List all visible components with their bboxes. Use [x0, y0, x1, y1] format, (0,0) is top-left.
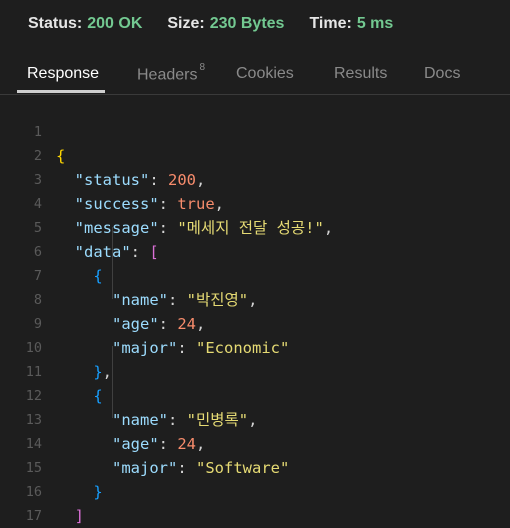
code-line: 3 "success": true, [0, 144, 510, 213]
tab-cookies-label: Cookies [236, 65, 294, 82]
time-indicator: Time: 5 ms [309, 15, 393, 33]
code-line: 15 } [0, 432, 510, 501]
response-status-bar: Status: 200 OK Size: 230 Bytes Time: 5 m… [28, 13, 418, 35]
tab-cookies[interactable]: Cookies [236, 65, 294, 83]
code-line: 12 "name": "민병록", [0, 360, 510, 429]
size-indicator: Size: 230 Bytes [167, 15, 284, 33]
code-line: 11 { [0, 336, 510, 405]
code-line: 8 "age": 24, [0, 264, 510, 333]
status-indicator: Status: 200 OK [28, 15, 142, 33]
code-line: 2 "status": 200, [0, 120, 510, 189]
tab-docs-label: Docs [424, 65, 461, 82]
code-line: 17 } [0, 480, 510, 524]
active-tab-indicator [17, 90, 105, 93]
code-line: 16 ] [0, 456, 510, 525]
line-number: 17 [25, 508, 42, 524]
code-line: 10 }, [0, 312, 510, 381]
tab-headers-label: Headers [137, 66, 198, 84]
tab-headers[interactable]: Headers 8 [137, 62, 206, 84]
time-label: Time: [309, 15, 352, 32]
size-label: Size: [167, 15, 205, 32]
code-line: 14 "major": "Software" [0, 408, 510, 477]
code-content: ] [56, 504, 84, 528]
code-line: 13 "age": 24, [0, 384, 510, 453]
size-value: 230 Bytes [209, 15, 285, 32]
status-label: Status: [28, 15, 83, 32]
code-line: 7 "name": "박진영", [0, 240, 510, 309]
code-line: 5 "data": [ [0, 192, 510, 261]
headers-count-badge: 8 [199, 62, 206, 73]
bracket: ] [74, 507, 85, 525]
tab-results[interactable]: Results [334, 65, 387, 83]
tab-response-label: Response [27, 65, 100, 82]
code-line: 6 { [0, 216, 510, 285]
tab-results-label: Results [334, 65, 388, 82]
response-tabs: Response Headers 8 Cookies Results Docs [0, 56, 510, 95]
code-line: 9 "major": "Economic" [0, 288, 510, 357]
code-line: 4 "message": "메세지 전달 성공!", [0, 168, 510, 237]
tab-response[interactable]: Response [27, 65, 99, 83]
time-value: 5 ms [356, 15, 394, 32]
tab-docs[interactable]: Docs [424, 65, 460, 83]
code-line: 1 { [0, 96, 510, 165]
status-value: 200 OK [87, 15, 143, 32]
response-body-editor[interactable]: 1 { 2 "status": 200, 3 "success": true, … [0, 95, 510, 528]
